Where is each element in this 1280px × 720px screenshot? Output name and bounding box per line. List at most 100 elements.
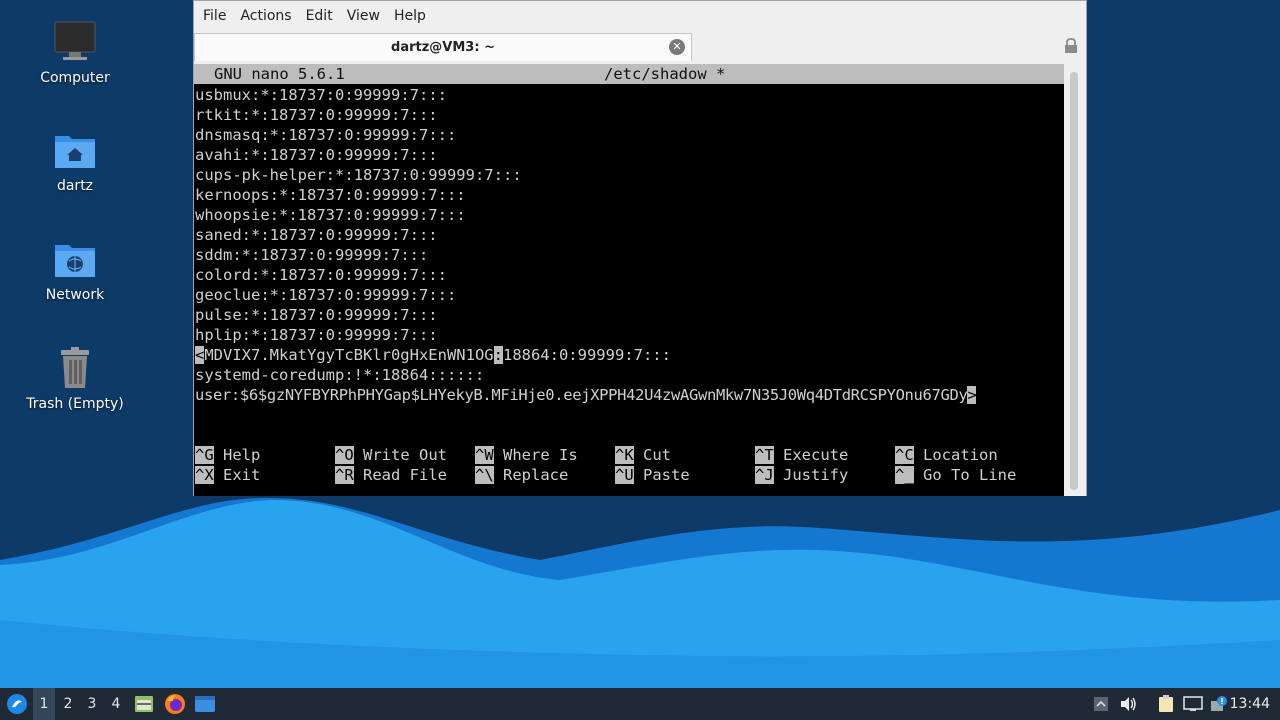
tab-title: dartz@VM3: ~ — [391, 40, 495, 55]
file-line: cups-pk-helper:*:18737:0:99999:7::: — [195, 166, 522, 184]
lubuntu-logo-icon — [7, 694, 27, 714]
shortcut-key: ^W — [475, 446, 494, 464]
volume-button[interactable] — [1118, 688, 1140, 720]
desktop-icon-label: Computer — [40, 70, 110, 86]
shortcut-execute[interactable]: ^T Execute — [755, 445, 848, 465]
nano-title-bar: GNU nano 5.6.1 /etc/shadow * — [194, 64, 1064, 84]
menu-edit[interactable]: Edit — [299, 8, 340, 24]
nano-version: GNU nano 5.6.1 — [214, 65, 345, 83]
app-menu-button[interactable] — [2, 688, 32, 720]
shortcut-label: Replace — [503, 466, 569, 484]
desktop-icon-network[interactable]: Network — [20, 237, 130, 303]
window-icon — [195, 696, 215, 712]
file-manager-icon — [135, 696, 153, 712]
terminal-tab[interactable]: dartz@VM3: ~ ✕ — [194, 33, 692, 61]
file-line: dnsmasq:*:18737:0:99999:7::: — [195, 126, 457, 144]
shortcut-label: Justify — [783, 466, 849, 484]
shortcut-key: ^C — [895, 446, 914, 464]
file-line: pulse:*:18737:0:99999:7::: — [195, 306, 438, 324]
file-line: whoopsie:*:18737:0:99999:7::: — [195, 206, 466, 224]
workspace-3[interactable]: 3 — [81, 688, 103, 720]
shortcut-help[interactable]: ^G Help — [195, 445, 260, 465]
line-scroll-marker: < — [195, 346, 205, 364]
shortcut-label: Paste — [643, 466, 690, 484]
updates-button[interactable] — [1208, 688, 1230, 720]
menu-actions[interactable]: Actions — [233, 8, 298, 24]
shortcut-cut[interactable]: ^K Cut — [615, 445, 671, 465]
desktop-icon-label: Network — [45, 287, 105, 303]
shortcut-where-is[interactable]: ^W Where Is — [475, 445, 578, 465]
line-text: 18864:0:99999:7::: — [502, 346, 671, 364]
shortcut-key: ^\ — [475, 466, 494, 484]
clipboard-button[interactable] — [1155, 688, 1177, 720]
shortcut-label: Exit — [223, 466, 261, 484]
home-folder-icon — [55, 136, 95, 168]
shortcut-key: ^J — [755, 466, 774, 484]
shortcut-write-out[interactable]: ^O Write Out — [335, 445, 447, 465]
desktop-icon-home-folder[interactable]: dartz — [20, 128, 130, 194]
shortcut-label: Write Out — [363, 446, 448, 464]
shortcut-exit[interactable]: ^X Exit — [195, 465, 260, 485]
menu-view[interactable]: View — [340, 8, 387, 24]
workspace-4[interactable]: 4 — [105, 688, 127, 720]
workspace-1[interactable]: 1 — [33, 688, 55, 720]
file-line: rtkit:*:18737:0:99999:7::: — [195, 106, 438, 124]
file-line: usbmux:*:18737:0:99999:7::: — [195, 86, 447, 104]
shortcut-key: ^X — [195, 466, 214, 484]
desktop-icon-computer[interactable]: Computer — [20, 20, 130, 86]
terminal-window: File Actions Edit View Help dartz@VM3: ~… — [193, 0, 1087, 496]
shortcut-label: Location — [923, 446, 998, 464]
shortcut-key: ^R — [335, 466, 354, 484]
terminal-screen[interactable]: GNU nano 5.6.1 /etc/shadow * usbmux:*:18… — [194, 64, 1064, 496]
shortcut-label: Execute — [783, 446, 849, 464]
scrollbar-thumb[interactable] — [1070, 72, 1078, 490]
shortcut-read-file[interactable]: ^R Read File — [335, 465, 447, 485]
shortcut-key: ^K — [615, 446, 634, 464]
workspace-2[interactable]: 2 — [57, 688, 79, 720]
tab-bar: dartz@VM3: ~ ✕ — [194, 31, 1086, 63]
shortcut-location[interactable]: ^C Location — [895, 445, 998, 465]
file-line: geoclue:*:18737:0:99999:7::: — [195, 286, 457, 304]
trash-icon — [61, 347, 89, 388]
lock-icon[interactable] — [1064, 38, 1078, 54]
shortcut-go-to-line[interactable]: ^_ Go To Line — [895, 465, 1016, 485]
computer-icon — [54, 21, 96, 60]
menu-bar: File Actions Edit View Help — [194, 1, 1086, 31]
file-line: hplip:*:18737:0:99999:7::: — [195, 326, 438, 344]
shortcut-replace[interactable]: ^\ Replace — [475, 465, 568, 485]
network-wired-icon — [1183, 696, 1203, 711]
file-line: systemd-coredump:!*:18864:::::: — [195, 366, 485, 384]
file-line: saned:*:18737:0:99999:7::: — [195, 226, 438, 244]
shortcut-paste[interactable]: ^U Paste — [615, 465, 690, 485]
desktop-icon-label: Trash (Empty) — [26, 396, 124, 412]
network-button[interactable] — [1182, 688, 1204, 720]
shortcut-key: ^T — [755, 446, 774, 464]
volume-icon — [1121, 697, 1136, 711]
shortcut-label: Where Is — [503, 446, 578, 464]
text-cursor: : — [493, 346, 503, 364]
terminal-scrollbar[interactable] — [1064, 64, 1086, 496]
shortcut-justify[interactable]: ^J Justify — [755, 465, 848, 485]
tray-expand-button[interactable] — [1090, 688, 1112, 720]
file-line: avahi:*:18737:0:99999:7::: — [195, 146, 438, 164]
terminal-task-button[interactable] — [192, 688, 218, 720]
menu-help[interactable]: Help — [387, 8, 433, 24]
nano-filename: /etc/shadow * — [604, 65, 726, 83]
shortcut-label: Go To Line — [923, 466, 1017, 484]
menu-file[interactable]: File — [196, 8, 233, 24]
close-tab-icon[interactable]: ✕ — [669, 39, 685, 55]
clipboard-icon — [1159, 695, 1173, 712]
shortcut-label: Read File — [363, 466, 448, 484]
shortcut-label: Help — [223, 446, 261, 464]
file-line-user: user:$6$gzNYFBYRPhPHYGap$LHYekyB.MFiHje0… — [195, 385, 977, 405]
firefox-launcher[interactable] — [162, 688, 188, 720]
file-manager-launcher[interactable] — [132, 688, 156, 720]
taskbar-clock[interactable]: 13:44 — [1230, 688, 1270, 720]
taskbar: 1 2 3 4 13:44 — [0, 688, 1280, 720]
shortcut-label: Cut — [643, 446, 672, 464]
shortcut-key: ^O — [335, 446, 354, 464]
network-folder-icon — [55, 245, 95, 277]
line-overflow-marker: > — [967, 386, 977, 404]
desktop-icon-trash[interactable]: Trash (Empty) — [20, 346, 130, 412]
file-line: colord:*:18737:0:99999:7::: — [195, 266, 447, 284]
